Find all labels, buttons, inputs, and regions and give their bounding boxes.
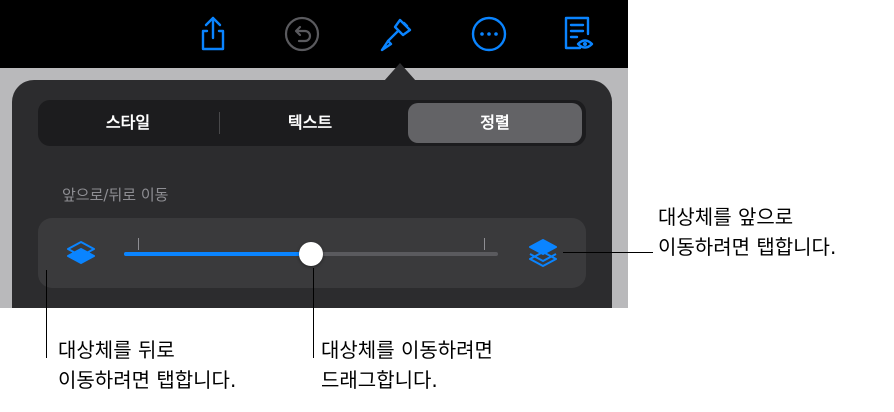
slider-track-fill: [124, 252, 311, 256]
slider-tick-min: [138, 238, 139, 250]
callout-drag: 대상체를 이동하려면 드래그합니다.: [321, 338, 493, 392]
tab-style[interactable]: 스타일: [42, 103, 214, 143]
tab-arrange[interactable]: 정렬: [408, 103, 582, 143]
segment-divider: [219, 112, 220, 134]
tab-text[interactable]: 텍스트: [224, 103, 396, 143]
send-backward-icon[interactable]: [64, 238, 98, 272]
callout-line-drag: [313, 268, 314, 358]
format-brush-icon[interactable]: [376, 14, 416, 54]
segmented-control: 스타일 텍스트 정렬: [38, 100, 586, 146]
bring-forward-icon[interactable]: [526, 236, 560, 270]
popover-arrow: [384, 63, 416, 81]
section-label: 앞으로/뒤로 이동: [62, 186, 169, 204]
ipad-screen: 스타일 텍스트 정렬 앞으로/뒤로 이동: [0, 0, 628, 308]
toolbar: [0, 0, 628, 68]
layer-order-slider-row: [38, 218, 586, 288]
callout-line-forward: [563, 252, 653, 253]
more-icon[interactable]: [469, 14, 509, 54]
undo-icon[interactable]: [282, 14, 322, 54]
share-icon[interactable]: [193, 14, 233, 54]
callout-send-backward: 대상체를 뒤로 이동하려면 탭합니다.: [58, 338, 237, 392]
reading-view-icon[interactable]: [558, 14, 598, 54]
callout-bring-forward: 대상체를 앞으로 이동하려면 탭합니다.: [658, 205, 837, 259]
callout-line-backward: [46, 270, 47, 358]
slider-tick-max: [484, 238, 485, 250]
format-popover: 스타일 텍스트 정렬 앞으로/뒤로 이동: [12, 80, 612, 308]
slider-thumb[interactable]: [299, 242, 323, 266]
